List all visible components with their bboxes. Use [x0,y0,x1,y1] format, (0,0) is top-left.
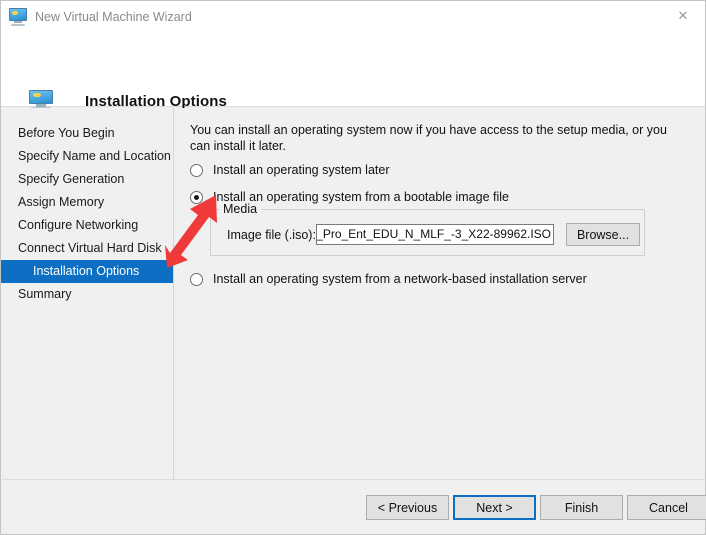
wizard-content: You can install an operating system now … [175,108,705,479]
next-button[interactable]: Next > [453,495,536,520]
sidebar-item-before-you-begin[interactable]: Before You Begin [2,122,173,145]
image-file-label: Image file (.iso): [227,228,316,242]
previous-button[interactable]: < Previous [366,495,449,520]
sidebar-item-installation-options[interactable]: Installation Options [1,260,173,283]
radio-button-icon[interactable] [190,164,203,177]
radio-button-icon[interactable] [190,273,203,286]
sidebar-item-configure-networking[interactable]: Configure Networking [2,214,173,237]
intro-description: You can install an operating system now … [190,123,667,153]
browse-button[interactable]: Browse... [566,223,640,246]
wizard-footer: < Previous Next > Finish Cancel [2,479,706,534]
sidebar-item-assign-memory[interactable]: Assign Memory [2,191,173,214]
sidebar-item-specify-name-and-location[interactable]: Specify Name and Location [2,145,173,168]
title-bar: New Virtual Machine Wizard ✕ [1,1,705,33]
wizard-header: Installation Options [1,33,705,110]
virtual-machine-icon [9,8,27,26]
sidebar-item-summary[interactable]: Summary [2,283,173,306]
sidebar-item-specify-generation[interactable]: Specify Generation [2,168,173,191]
wizard-sidebar: Before You Begin Specify Name and Locati… [1,108,174,479]
radio-install-later-label: Install an operating system later [213,163,390,177]
cancel-button[interactable]: Cancel [627,495,706,520]
finish-button[interactable]: Finish [540,495,623,520]
virtual-machine-icon [29,90,53,110]
new-virtual-machine-wizard-window: New Virtual Machine Wizard ✕ Installatio… [0,0,706,535]
radio-button-selected-icon[interactable] [190,191,203,204]
radio-install-from-network-label: Install an operating system from a netwo… [213,272,587,286]
radio-install-later[interactable]: Install an operating system later [190,163,389,177]
window-title: New Virtual Machine Wizard [35,10,192,24]
radio-install-from-network[interactable]: Install an operating system from a netwo… [190,272,587,286]
media-group-box: Media Image file (.iso): English_Pro_Ent… [210,202,645,256]
close-icon[interactable]: ✕ [661,1,705,32]
image-file-input[interactable]: English_Pro_Ent_EDU_N_MLF_-3_X22-89962.I… [316,224,554,245]
image-file-value: English_Pro_Ent_EDU_N_MLF_-3_X22-89962.I… [316,227,551,241]
media-group-legend: Media [219,202,262,216]
sidebar-item-connect-virtual-hard-disk[interactable]: Connect Virtual Hard Disk [2,237,173,260]
